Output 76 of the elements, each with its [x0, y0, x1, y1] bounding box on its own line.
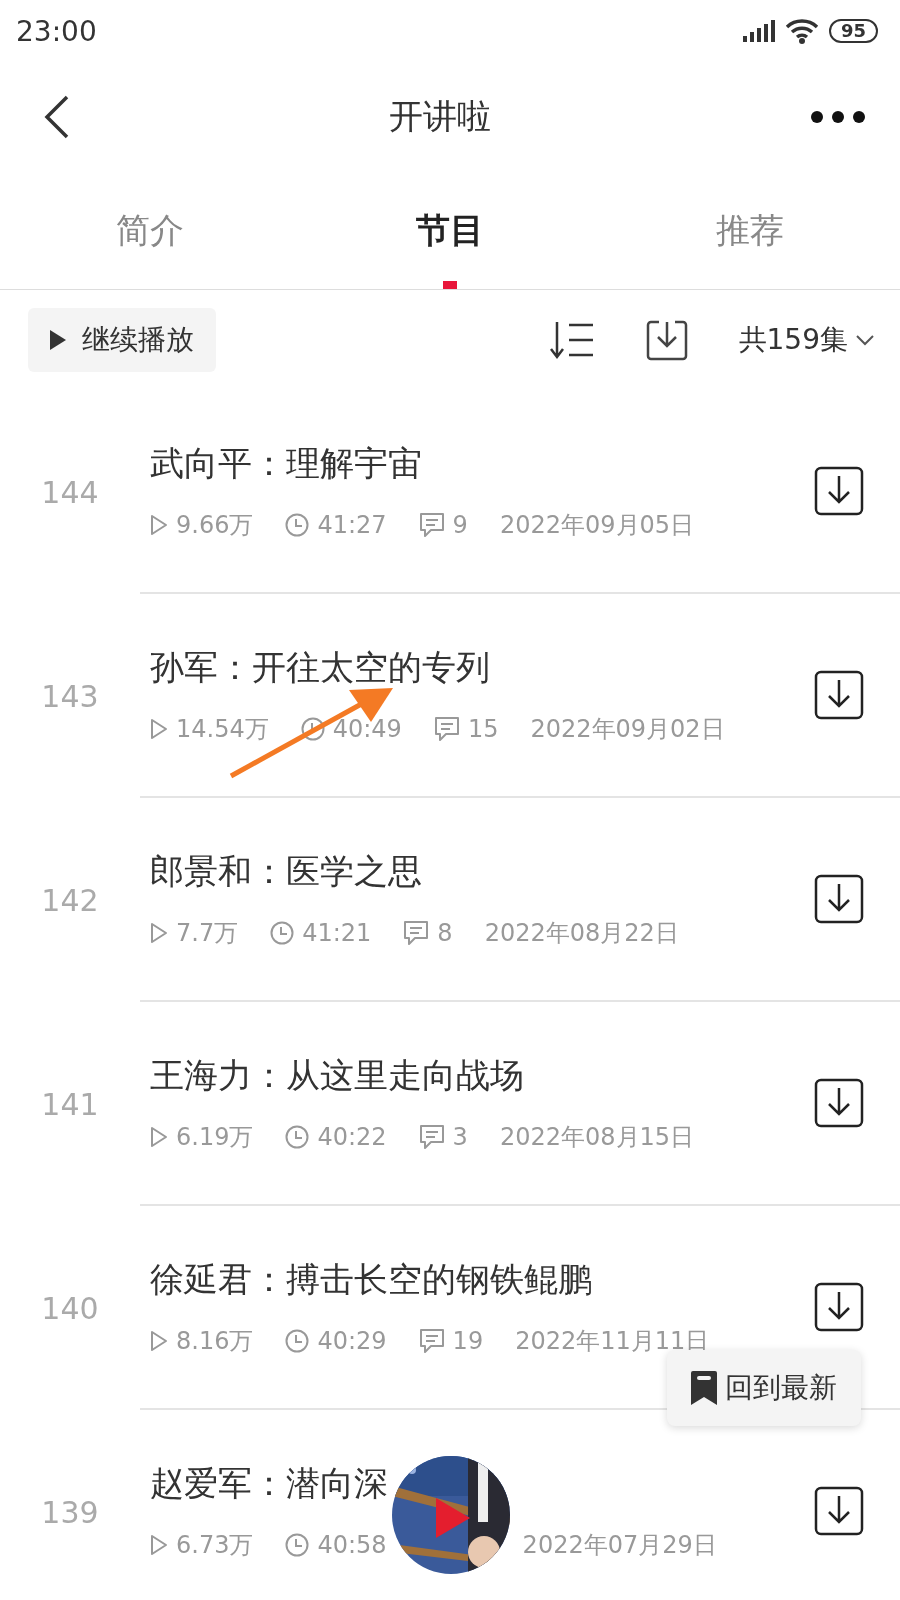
- comment-icon: [418, 512, 445, 538]
- episode-count-dropdown[interactable]: 共159集: [738, 321, 874, 359]
- episode-title[interactable]: 王海力：从这里走向战场: [150, 1053, 814, 1099]
- play-count: 7.7万: [176, 918, 239, 949]
- back-to-latest-button[interactable]: 回到最新: [667, 1350, 861, 1426]
- comment-icon: [418, 1328, 445, 1354]
- play-count: 9.66万: [176, 510, 254, 541]
- duration: 40:49: [332, 715, 402, 743]
- download-icon[interactable]: [814, 1078, 864, 1128]
- play-icon: [50, 330, 66, 350]
- comment-icon: [433, 716, 460, 742]
- publish-date: 2022年07月29日: [522, 1530, 717, 1561]
- duration: 40:29: [317, 1327, 387, 1355]
- episode-number: 142: [40, 882, 100, 918]
- publish-date: 2022年09月02日: [530, 714, 725, 745]
- duration: 41:27: [317, 511, 387, 539]
- download-icon[interactable]: [814, 466, 864, 516]
- continue-play-button[interactable]: 继续播放: [28, 308, 216, 372]
- comment-count: 9: [452, 511, 468, 539]
- episode-number: 144: [40, 474, 100, 510]
- play-count: 8.16万: [176, 1326, 254, 1357]
- status-time: 23:00: [16, 14, 97, 48]
- download-icon[interactable]: [814, 874, 864, 924]
- comment-count: 8: [437, 919, 453, 947]
- episode-number: 140: [40, 1290, 100, 1326]
- play-count: 6.19万: [176, 1122, 254, 1153]
- episode-title[interactable]: 孙军：开往太空的专列: [150, 645, 814, 691]
- clock-icon: [285, 1125, 310, 1149]
- episode-title[interactable]: 郎景和：医学之思: [150, 849, 814, 895]
- publish-date: 2022年08月22日: [484, 918, 679, 949]
- comment-icon: [403, 920, 430, 946]
- comment-count: 3: [452, 1123, 468, 1151]
- play-icon: [150, 922, 168, 944]
- chevron-down-icon: [856, 334, 874, 346]
- publish-date: 2022年09月05日: [499, 510, 695, 541]
- play-count: 14.54万: [176, 714, 269, 745]
- signal-icon: [742, 20, 775, 42]
- episode-title[interactable]: 徐延君：搏击长空的钢铁鲲鹏: [150, 1257, 814, 1303]
- bookmark-icon: [691, 1371, 717, 1405]
- play-icon: [150, 1534, 168, 1556]
- clock-icon: [285, 1329, 310, 1353]
- play-icon: [150, 718, 168, 740]
- play-icon: [150, 1126, 168, 1148]
- episode-number: 143: [40, 678, 100, 714]
- episode-title[interactable]: 赵爱军：潜向深: [150, 1461, 814, 1507]
- comment-count: 15: [467, 715, 499, 743]
- duration: 40:58: [317, 1531, 387, 1559]
- download-icon[interactable]: [814, 1486, 864, 1536]
- more-icon[interactable]: [810, 110, 866, 124]
- back-icon[interactable]: [44, 95, 70, 139]
- tab-indicator: [443, 281, 457, 289]
- download-icon[interactable]: [644, 318, 689, 362]
- tab[interactable]: 简介: [0, 172, 300, 289]
- wifi-icon: [784, 18, 819, 44]
- episode-number: 139: [40, 1494, 100, 1530]
- comment-icon: [418, 1124, 445, 1150]
- duration: 40:22: [317, 1123, 387, 1151]
- play-count: 6.73万: [176, 1530, 254, 1561]
- clock-icon: [270, 921, 295, 945]
- publish-date: 2022年08月15日: [499, 1122, 695, 1153]
- page-title: 开讲啦: [389, 95, 491, 138]
- tab[interactable]: 推荐: [600, 172, 900, 289]
- download-icon[interactable]: [814, 1282, 864, 1332]
- sort-icon[interactable]: [548, 320, 595, 360]
- duration: 41:21: [302, 919, 372, 947]
- battery-level: 95: [828, 19, 878, 43]
- episode-title[interactable]: 武向平：理解宇宙: [150, 441, 814, 487]
- download-icon[interactable]: [814, 670, 864, 720]
- clock-icon: [300, 717, 325, 741]
- comment-count: 19: [452, 1327, 484, 1355]
- tab[interactable]: 节目: [300, 172, 600, 289]
- episode-number: 141: [40, 1086, 100, 1122]
- clock-icon: [285, 1533, 310, 1557]
- play-icon: [150, 1330, 168, 1352]
- clock-icon: [285, 513, 310, 537]
- play-icon: [150, 514, 168, 536]
